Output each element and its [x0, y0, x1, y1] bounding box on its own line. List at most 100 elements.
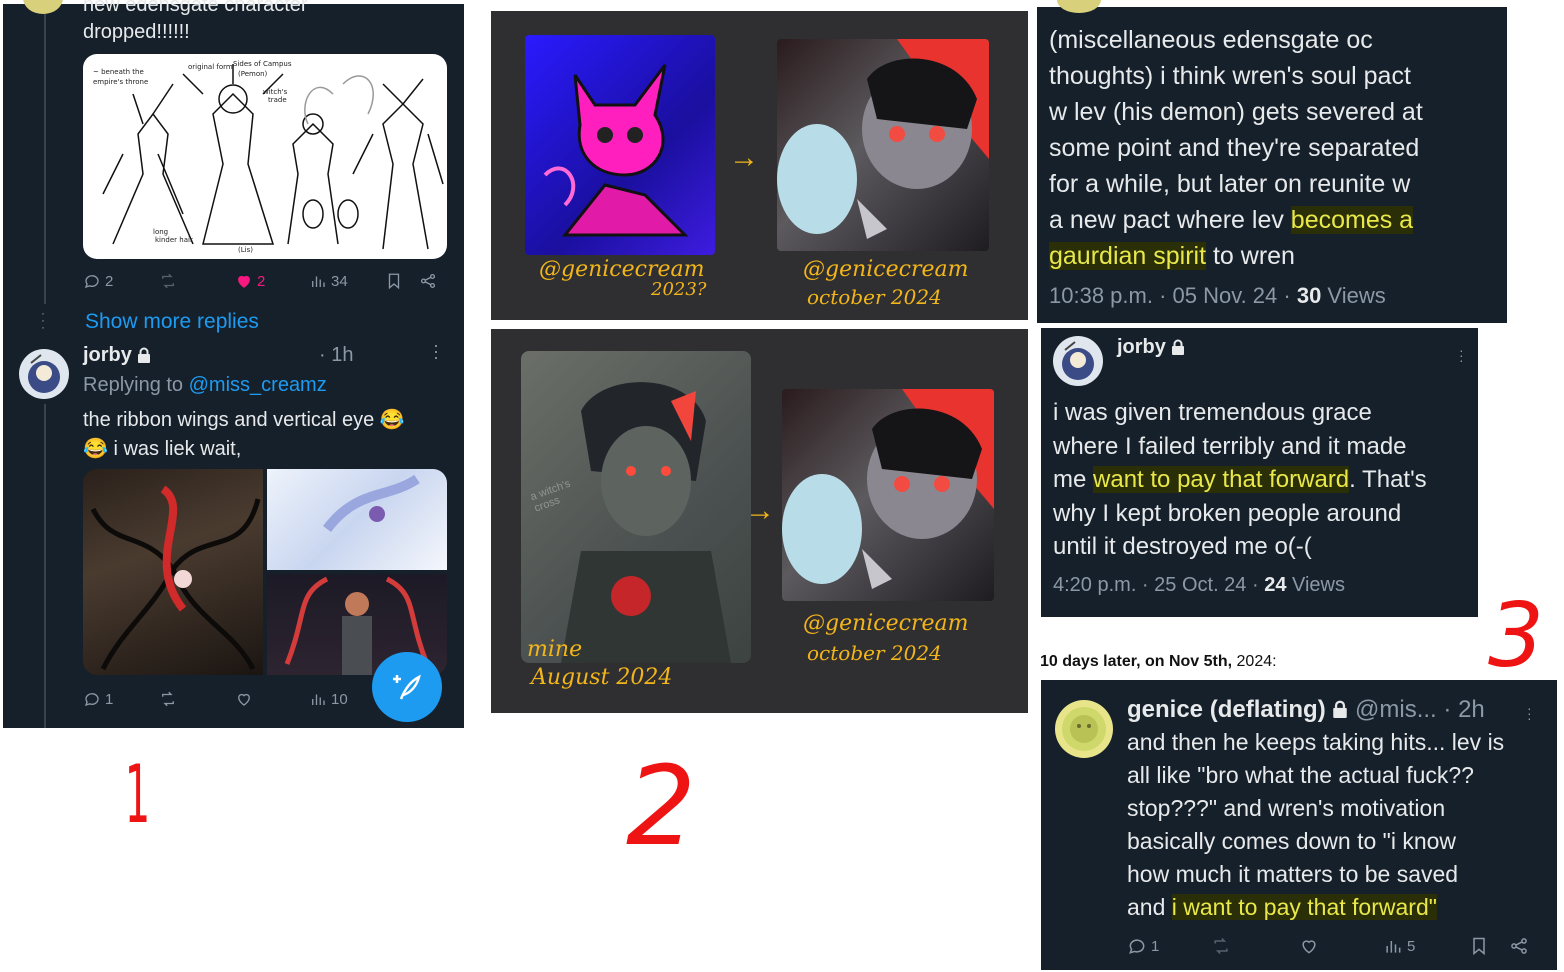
retweet-button[interactable]	[1211, 936, 1231, 956]
sketch-drawing: ~ beneath the empire's throne original fo…	[93, 60, 444, 254]
art-oct-2024-2[interactable]	[782, 389, 994, 601]
show-more-replies-link[interactable]: Show more replies	[85, 310, 259, 334]
tweet-text: dropped!!!!!!	[83, 21, 190, 43]
compose-button[interactable]	[372, 652, 442, 722]
reply-count: 1	[1151, 937, 1160, 955]
svg-text:(Lis): (Lis)	[238, 246, 253, 254]
reply-icon	[84, 693, 99, 707]
media-image-1[interactable]	[83, 469, 263, 675]
caption-left-date-2: August 2024	[531, 665, 673, 690]
art-comparison-top: → @genicecream 2023? @genicecream octobe…	[491, 11, 1028, 320]
reply-icon	[1129, 939, 1145, 954]
reply-button[interactable]: 1	[1127, 936, 1159, 956]
compose-icon	[393, 674, 421, 700]
avatar[interactable]	[1055, 700, 1113, 758]
mention-link[interactable]: @miss_creamz	[189, 374, 327, 396]
tweet-line: for a while, but later on reunite w	[1049, 170, 1411, 198]
svg-text:witch's: witch's	[263, 88, 288, 96]
svg-text:trade: trade	[268, 96, 287, 104]
views-icon	[312, 694, 325, 705]
retweet-button[interactable]	[159, 690, 177, 708]
tweet-text-partial: new edensgate character	[83, 0, 308, 16]
avatar-partial	[23, 0, 63, 14]
tweet-line: and then he keeps taking hits... lev is	[1127, 729, 1505, 755]
lock-icon	[137, 347, 151, 363]
reply-count: 1	[105, 690, 114, 708]
like-count: 2	[257, 272, 266, 290]
more-icon[interactable]: · · ·	[1459, 343, 1464, 367]
tweet-line: stop???" and wren's motivation	[1127, 795, 1446, 821]
reply-icon	[84, 275, 99, 289]
user-handle[interactable]: @mis...	[1355, 696, 1437, 723]
tweet-line: gaurdian spirit to wren	[1049, 242, 1295, 270]
replying-label: Replying to	[83, 374, 184, 396]
art-2023[interactable]	[525, 35, 715, 255]
art-aug-2024[interactable]: a witch's cross	[521, 351, 751, 663]
timestamp[interactable]: 10:38 p.m. · 05 Nov. 24 ·	[1049, 283, 1297, 308]
retweet-icon	[162, 691, 174, 707]
user-name[interactable]: jorby	[83, 344, 132, 366]
tweet-line: and i want to pay that forward"	[1127, 894, 1437, 920]
svg-text:empire's throne: empire's throne	[93, 78, 148, 86]
avatar-image	[1062, 707, 1106, 751]
tweet-line: why I kept broken people around	[1053, 499, 1402, 527]
tweet-line: all like "bro what the actual fuck??	[1127, 762, 1474, 788]
annotation-2: 2	[626, 742, 696, 870]
user-name[interactable]: jorby	[1117, 336, 1166, 358]
lock-icon	[1171, 339, 1185, 355]
tweet-meta: 4:20 p.m. · 25 Oct. 24 · 24 Views	[1053, 574, 1345, 597]
timestamp[interactable]: 4:20 p.m. · 25 Oct. 24 ·	[1053, 574, 1264, 596]
highlight: i want to pay that forward"	[1171, 894, 1437, 920]
caption-left-mine: mine	[527, 637, 583, 662]
tweet-actions-3: 1 5	[1127, 936, 1537, 958]
art-oct-2024[interactable]	[777, 39, 989, 251]
caption-right-handle-2: @genicecream	[803, 611, 969, 636]
caption-left-date: 2023?	[651, 279, 707, 300]
tweet-panel-3a: (miscellaneous edensgate oc thoughts) i …	[1037, 0, 1507, 323]
tweet-body: and then he keeps taking hits... lev is …	[1127, 726, 1552, 924]
like-button[interactable]: 2	[235, 272, 265, 290]
timestamp[interactable]: · 1h	[319, 344, 353, 367]
annotation-1: 1	[124, 748, 151, 841]
more-icon[interactable]: · · ·	[1527, 701, 1532, 725]
bookmark-button[interactable]	[385, 272, 403, 290]
media-image-2[interactable]	[267, 469, 447, 570]
views-label: Views	[1286, 574, 1345, 596]
sketch-image[interactable]: ~ beneath the empire's throne original fo…	[83, 54, 447, 259]
avatar-image	[1062, 341, 1094, 380]
avatar[interactable]	[1053, 336, 1103, 386]
bookmark-button[interactable]	[1469, 936, 1489, 956]
more-icon[interactable]: · · ·	[433, 336, 439, 366]
reply-button[interactable]: 1	[83, 690, 113, 708]
retweet-button[interactable]	[159, 272, 177, 290]
bookmark-icon	[1473, 937, 1485, 956]
avatar[interactable]	[19, 349, 69, 399]
reply-button[interactable]: 2	[83, 272, 113, 290]
share-button[interactable]	[419, 272, 437, 290]
like-button[interactable]	[1299, 936, 1319, 956]
avatar-image	[28, 354, 60, 393]
views-count: 10	[331, 690, 348, 708]
user-name[interactable]: genice (deflating)	[1127, 696, 1326, 723]
highlight: becomes a	[1290, 206, 1414, 234]
views-button[interactable]: 34	[309, 272, 348, 290]
share-icon	[420, 273, 436, 289]
tweet-line: me want to pay that forward. That's	[1053, 466, 1427, 493]
highlight: want to pay that forward	[1093, 466, 1350, 493]
views-button[interactable]: 10	[309, 690, 348, 708]
like-button[interactable]	[235, 690, 253, 708]
reply-header: jorby · 1h · · ·	[83, 336, 453, 367]
timestamp[interactable]: · 2h	[1443, 696, 1484, 723]
tweet-line: (miscellaneous edensgate oc	[1049, 26, 1373, 54]
share-icon	[1511, 938, 1527, 954]
sketch-note: original form	[188, 63, 233, 71]
tweet-body: i was given tremendous grace where I fai…	[1053, 396, 1478, 564]
avatar-partial	[1057, 0, 1101, 13]
views-icon	[312, 276, 325, 287]
share-button[interactable]	[1509, 936, 1529, 956]
tweet-meta: 10:38 p.m. · 05 Nov. 24 · 30 Views	[1049, 283, 1386, 309]
caption-right-date-2: october 2024	[807, 641, 942, 665]
views-button[interactable]: 5	[1383, 936, 1415, 956]
tweet-panel-3b: jorby · · · i was given tremendous grace w…	[1041, 328, 1478, 617]
arrow-right-icon: →	[729, 141, 759, 174]
